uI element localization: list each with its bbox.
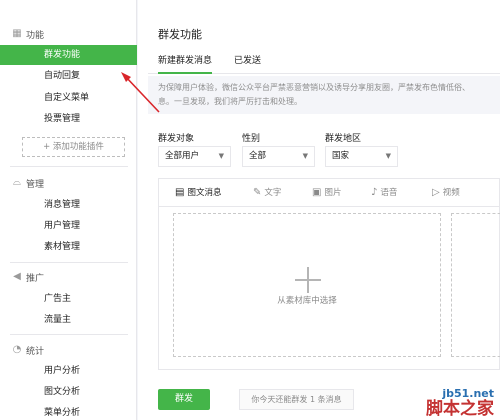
sidebar-item-article-analysis[interactable]: 图文分析 (0, 382, 137, 402)
section-label: 推广 (26, 273, 45, 284)
tab-new-broadcast[interactable]: 新建群发消息 (158, 52, 213, 74)
region-select[interactable]: 国家 ▼ (325, 146, 398, 167)
sidebar-item-broadcast[interactable]: 群发功能 (0, 45, 137, 65)
target-label: 群发对象 (158, 134, 195, 144)
divider (10, 166, 128, 167)
divider (10, 262, 128, 263)
message-editor: ▤ 图文消息 ✎ 文字 ▣ 图片 ♪ 语音 ▷ 视频 从素材库中选择 (158, 178, 500, 370)
megaphone-icon: ◀ (13, 271, 21, 282)
chevron-down-icon: ▼ (218, 152, 224, 160)
image-icon: ▣ (312, 187, 322, 198)
chevron-down-icon: ▼ (302, 152, 308, 160)
tool-label: 视频 (442, 188, 460, 198)
watermark-name: 脚本之家 (426, 399, 494, 419)
gender-label: 性别 (242, 134, 261, 144)
tab-sent[interactable]: 已发送 (234, 52, 261, 74)
select-value: 全部用户 (165, 151, 200, 161)
tool-label: 图文消息 (187, 188, 222, 198)
section-function: ▦ 功能 (0, 25, 137, 43)
section-label: 功能 (26, 30, 45, 41)
tool-label: 文字 (264, 188, 282, 198)
notice-line: 息。一旦发现，我们将严厉打击和处理。 (158, 97, 302, 106)
mic-icon: ♪ (371, 187, 378, 198)
grid-icon: ▦ (12, 28, 22, 39)
sidebar-item-publisher[interactable]: 流量主 (0, 310, 137, 330)
tool-voice[interactable]: ♪ 语音 (371, 179, 397, 207)
notice-line: 为保障用户体验，微信公众平台严禁恶意营销以及诱导分享朋友圈，严禁发布色情低俗、 (158, 83, 470, 92)
section-stats: ◔ 统计 (0, 341, 137, 359)
sidebar-item-user-analysis[interactable]: 用户分析 (0, 361, 137, 381)
editor-toolbar: ▤ 图文消息 ✎ 文字 ▣ 图片 ♪ 语音 ▷ 视频 (159, 179, 500, 207)
tool-label: 图片 (324, 188, 342, 198)
chevron-down-icon: ▼ (385, 152, 391, 160)
send-button[interactable]: 群发 (158, 389, 210, 410)
gender-select[interactable]: 全部 ▼ (242, 146, 315, 167)
select-value: 国家 (332, 151, 350, 161)
tab-bar: 新建群发消息 已发送 (148, 52, 500, 74)
add-plugin-button[interactable]: + 添加功能插件 (22, 137, 125, 157)
select-value: 全部 (249, 151, 267, 161)
tool-news[interactable]: ▤ 图文消息 (175, 179, 221, 207)
tool-text[interactable]: ✎ 文字 (253, 179, 281, 207)
video-icon: ▷ (432, 187, 440, 198)
new-material-area[interactable] (451, 213, 500, 357)
divider (10, 334, 128, 335)
tool-image[interactable]: ▣ 图片 (312, 179, 341, 207)
section-manage: ⌓ 管理 (0, 174, 137, 192)
quota-text: 你今天还能群发 1 条消息 (239, 389, 354, 410)
sidebar-item-users[interactable]: 用户管理 (0, 216, 137, 236)
tool-video[interactable]: ▷ 视频 (432, 179, 460, 207)
sidebar-item-advertiser[interactable]: 广告主 (0, 289, 137, 309)
sidebar-item-menu-analysis[interactable]: 菜单分析 (0, 403, 137, 420)
sidebar: ▦ 功能 群发功能 自动回复 自定义菜单 投票管理 + 添加功能插件 ⌓ 管理 … (0, 0, 137, 420)
inbox-icon: ⌓ (13, 177, 21, 188)
news-icon: ▤ (175, 187, 185, 198)
main-panel: 群发功能 新建群发消息 已发送 为保障用户体验，微信公众平台严禁恶意营销以及诱导… (138, 0, 500, 420)
pie-chart-icon: ◔ (12, 344, 22, 355)
section-label: 管理 (26, 179, 45, 190)
policy-notice: 为保障用户体验，微信公众平台严禁恶意营销以及诱导分享朋友圈，严禁发布色情低俗、 … (148, 76, 500, 114)
tool-label: 语音 (380, 188, 398, 198)
sidebar-item-materials[interactable]: 素材管理 (0, 237, 137, 257)
section-promote: ◀ 推广 (0, 268, 137, 286)
region-label: 群发地区 (325, 134, 362, 144)
sidebar-item-messages[interactable]: 消息管理 (0, 195, 137, 215)
pen-icon: ✎ (253, 187, 262, 198)
sidebar-item-auto-reply[interactable]: 自动回复 (0, 66, 137, 86)
sidebar-item-custom-menu[interactable]: 自定义菜单 (0, 88, 137, 108)
section-label: 统计 (26, 346, 45, 357)
target-select[interactable]: 全部用户 ▼ (158, 146, 231, 167)
select-from-library-area[interactable]: 从素材库中选择 (173, 213, 441, 357)
page-title: 群发功能 (158, 28, 202, 41)
sidebar-item-vote[interactable]: 投票管理 (0, 109, 137, 129)
drop-text: 从素材库中选择 (277, 296, 337, 306)
plus-icon (295, 267, 321, 293)
watermark-logo: jb51.net 脚本之家 (426, 387, 494, 418)
